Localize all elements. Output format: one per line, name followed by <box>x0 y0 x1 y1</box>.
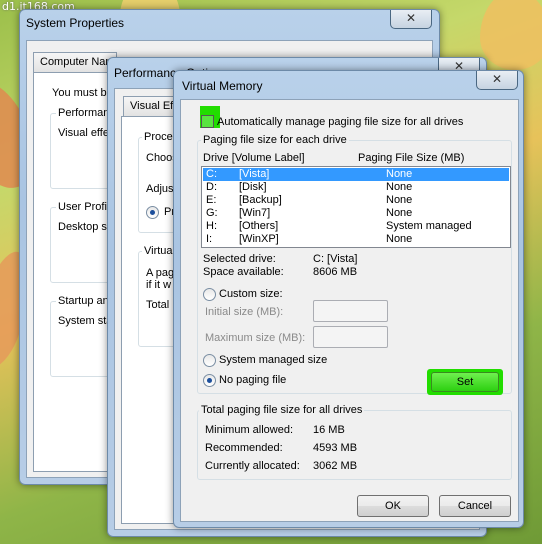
performance-text: Visual effe <box>58 127 109 139</box>
auto-manage-checkbox[interactable] <box>201 115 214 128</box>
maximum-size-input[interactable] <box>313 326 388 348</box>
drive-row[interactable]: G: [Win7] None <box>203 207 509 220</box>
size-column-header: Paging File Size (MB) <box>358 152 465 164</box>
set-button[interactable]: Set <box>431 372 499 392</box>
initial-size-label: Initial size (MB): <box>205 306 284 318</box>
ok-button[interactable]: OK <box>357 495 429 517</box>
selected-drive-value: C: [Vista] <box>313 253 358 265</box>
drive-size: None <box>386 181 413 193</box>
minimum-allowed-label: Minimum allowed: <box>205 424 294 436</box>
drive-label: [Win7] <box>239 207 271 219</box>
total-paging-group-label: Total paging file size for all drives <box>199 404 365 416</box>
virtual-memory-group-label: Virtua <box>142 245 175 257</box>
drive-row[interactable]: E: [Backup] None <box>203 194 509 207</box>
close-button[interactable]: ✕ <box>476 71 518 90</box>
drive-size: None <box>386 233 413 245</box>
auto-manage-label[interactable]: Automatically manage paging file size fo… <box>217 116 463 128</box>
no-paging-radio[interactable] <box>203 374 216 387</box>
drive-size: None <box>386 194 413 206</box>
drive-label: [Backup] <box>239 194 282 206</box>
recommended-label: Recommended: <box>205 442 283 454</box>
space-available-value: 8606 MB <box>313 266 358 278</box>
no-paging-label[interactable]: No paging file <box>219 374 286 386</box>
selected-drive-label: Selected drive: <box>203 253 276 265</box>
tab-computer-name[interactable]: Computer Nam <box>33 52 117 72</box>
cancel-button[interactable]: Cancel <box>439 495 511 517</box>
drive-letter: G: <box>206 207 218 219</box>
virtual-memory-dialog: Virtual Memory ✕ Automatically manage pa… <box>173 70 524 528</box>
drive-label: [Others] <box>239 220 279 232</box>
programs-radio[interactable] <box>146 206 159 219</box>
drive-size: None <box>386 207 413 219</box>
maximum-size-label: Maximum size (MB): <box>205 332 306 344</box>
vm-total-text: Total <box>146 299 170 311</box>
currently-allocated-value: 3062 MB <box>313 460 358 472</box>
flower-petal-decoration <box>480 0 542 70</box>
custom-size-radio[interactable] <box>203 288 216 301</box>
drive-list[interactable]: C: [Vista] None D: [Disk] None E: [Backu… <box>201 166 511 248</box>
paging-file-group-label: Paging file size for each drive <box>201 134 349 146</box>
drive-letter: C: <box>206 168 217 180</box>
vm-text-line2: if it w <box>146 279 172 291</box>
drive-row[interactable]: D: [Disk] None <box>203 181 509 194</box>
drive-letter: I: <box>206 233 213 245</box>
drive-row[interactable]: I: [WinXP] None <box>203 233 509 246</box>
drive-row[interactable]: C: [Vista] None <box>203 168 509 181</box>
intro-text: You must be <box>52 87 113 99</box>
custom-size-label[interactable]: Custom size: <box>219 288 283 300</box>
window-title: System Properties <box>26 16 125 30</box>
drive-row[interactable]: H: [Others] System managed <box>203 220 509 233</box>
drive-size: System managed <box>386 220 472 232</box>
system-managed-radio[interactable] <box>203 354 216 367</box>
space-available-label: Space available: <box>203 266 284 278</box>
close-button[interactable]: ✕ <box>390 10 432 29</box>
initial-size-input[interactable] <box>313 300 388 322</box>
drive-column-header: Drive [Volume Label] <box>203 152 305 164</box>
currently-allocated-label: Currently allocated: <box>205 460 300 472</box>
recommended-value: 4593 MB <box>313 442 358 454</box>
drive-label: [Vista] <box>239 168 270 180</box>
vm-text-line1: A pag <box>146 267 175 279</box>
drive-size: None <box>386 168 413 180</box>
dialog-client: Automatically manage paging file size fo… <box>180 99 519 522</box>
drive-letter: E: <box>206 194 217 206</box>
drive-label: [WinXP] <box>239 233 279 245</box>
system-managed-label[interactable]: System managed size <box>219 354 327 366</box>
drive-letter: D: <box>206 181 217 193</box>
drive-letter: H: <box>206 220 217 232</box>
minimum-allowed-value: 16 MB <box>313 424 345 436</box>
user-profiles-text: Desktop se <box>58 221 114 233</box>
drive-label: [Disk] <box>239 181 267 193</box>
window-title: Virtual Memory <box>182 79 263 93</box>
startup-text: System sta <box>58 315 113 327</box>
adjust-text: Adjus <box>146 183 174 195</box>
